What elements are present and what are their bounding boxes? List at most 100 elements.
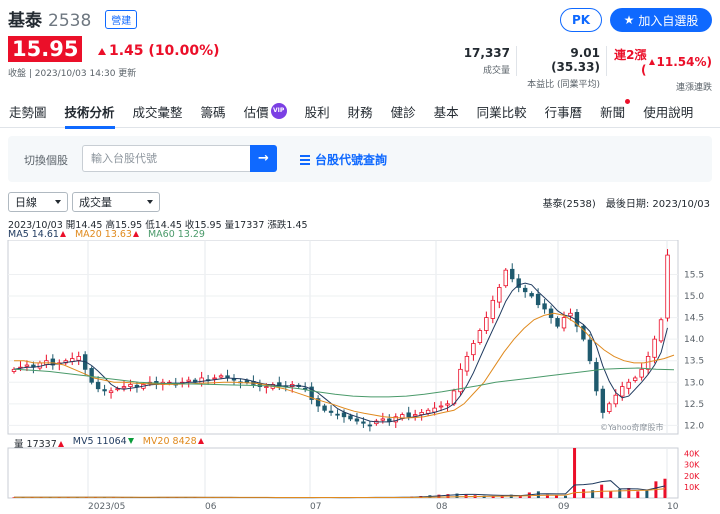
candle-body bbox=[594, 362, 599, 392]
caret-down-icon bbox=[55, 200, 61, 204]
volume-bar bbox=[564, 495, 568, 498]
divider bbox=[606, 46, 607, 76]
candle-body bbox=[645, 356, 651, 370]
x-tick: 08 bbox=[436, 502, 448, 512]
tab-basic[interactable]: 基本 bbox=[425, 94, 468, 128]
candle-body bbox=[102, 389, 107, 392]
stat-streak-pct: 11.54%) bbox=[656, 54, 712, 69]
tab-diagnosis[interactable]: 健診 bbox=[382, 94, 425, 128]
tab-valuation[interactable]: 估價 VIP bbox=[235, 94, 296, 128]
candle-body bbox=[361, 421, 366, 424]
candle-body bbox=[387, 418, 392, 422]
stat-pe-label: 本益比 (同業平均) bbox=[527, 80, 600, 90]
stock-switcher: 切換個股 → 台股代號查詢 bbox=[8, 136, 712, 182]
candle-body bbox=[632, 377, 638, 381]
y-tick-label: 14.0 bbox=[684, 335, 704, 345]
vol-tick-label: 40K bbox=[684, 450, 700, 459]
up-arrow-icon bbox=[59, 231, 66, 237]
stat-streak-text: 連2漲 ( bbox=[614, 48, 647, 77]
ma60-legend: MA60 13.29 bbox=[148, 229, 205, 240]
plot-frame bbox=[7, 240, 679, 435]
tab-peer[interactable]: 同業比較 bbox=[468, 94, 536, 128]
tab-calendar[interactable]: 行事曆 bbox=[536, 94, 592, 128]
candle-body bbox=[218, 375, 224, 378]
candle-body bbox=[95, 381, 101, 390]
candle-body bbox=[484, 317, 489, 331]
tab-technical[interactable]: 技術分析 bbox=[56, 94, 124, 129]
y-tick-label: 12.0 bbox=[684, 421, 704, 431]
price-change: 1.45 (10.00%) bbox=[98, 43, 220, 59]
candle-body bbox=[626, 381, 631, 389]
candle-body bbox=[89, 368, 94, 383]
volume-bar bbox=[536, 491, 540, 498]
stat-streak: 連2漲 ( 11.54%) 連漲連跌 bbox=[608, 46, 712, 93]
candle-body bbox=[121, 386, 127, 389]
tab-help[interactable]: 使用說明 bbox=[634, 94, 702, 128]
stat-streak-label: 連漲連跌 bbox=[675, 83, 712, 93]
tab-news-label: 新聞 bbox=[600, 104, 626, 120]
vol-tick-label: 20K bbox=[684, 472, 700, 481]
candle-body bbox=[471, 343, 476, 356]
candle-body bbox=[438, 405, 444, 408]
x-tick: 09 bbox=[558, 502, 570, 512]
up-arrow-icon bbox=[197, 438, 204, 444]
y-tick-label: 15.5 bbox=[684, 270, 704, 280]
candle-body bbox=[542, 303, 547, 310]
stat-volume: 17,337 成交量 bbox=[440, 46, 510, 76]
star-icon: ★ bbox=[623, 13, 635, 27]
candle-body bbox=[37, 362, 43, 369]
watermark: ©Yahoo奇摩股市 bbox=[600, 422, 664, 432]
y-tick-label: 12.5 bbox=[684, 400, 704, 410]
stock-tabs: 走勢圖 技術分析 成交彙整 籌碼 估價 VIP 股利 財務 健診 基本 同業比較 … bbox=[0, 94, 720, 129]
y-tick-label: 15.0 bbox=[684, 292, 704, 302]
indicator-select[interactable]: 成交量 bbox=[72, 192, 160, 212]
x-tick: 07 bbox=[310, 502, 322, 512]
tab-dividend[interactable]: 股利 bbox=[296, 94, 339, 128]
candle-body bbox=[24, 364, 30, 367]
x-tick: 06 bbox=[205, 502, 217, 512]
candle-body bbox=[335, 413, 340, 416]
candle-body bbox=[561, 317, 567, 329]
add-to-watchlist-button[interactable]: ★ 加入自選股 bbox=[610, 8, 712, 32]
tab-summary[interactable]: 成交彙整 bbox=[124, 94, 192, 128]
candle-body bbox=[581, 325, 586, 340]
stat-volume-label: 成交量 bbox=[482, 66, 510, 76]
candle-body bbox=[354, 418, 360, 422]
stat-pe: 9.01 (35.33) 本益比 (同業平均) bbox=[520, 46, 600, 90]
tab-financial[interactable]: 財務 bbox=[339, 94, 382, 128]
stat-volume-value: 17,337 bbox=[463, 46, 510, 60]
industry-badge[interactable]: 營建 bbox=[105, 10, 138, 29]
stock-name: 基泰 bbox=[8, 11, 42, 31]
stock-code-lookup-link[interactable]: 台股代號查詢 bbox=[300, 151, 387, 168]
volume-bar bbox=[627, 488, 631, 498]
tab-news[interactable]: 新聞 bbox=[591, 94, 634, 128]
candle-body bbox=[199, 377, 204, 384]
tab-chips[interactable]: 籌碼 bbox=[192, 94, 235, 128]
volume-chart[interactable]: 40K 30K 20K 10K bbox=[0, 446, 720, 500]
up-arrow-icon bbox=[132, 231, 139, 237]
up-arrow-icon bbox=[98, 47, 106, 55]
candle-body bbox=[412, 414, 418, 417]
close-note: 收盤 | 2023/10/03 14:30 更新 bbox=[8, 69, 137, 79]
add-to-watchlist-label: 加入自選股 bbox=[638, 13, 699, 28]
period-select[interactable]: 日線 bbox=[8, 192, 68, 212]
stock-search-input[interactable] bbox=[82, 145, 250, 172]
ma-legend: MA5 14.61 MA20 13.63 MA60 13.29 bbox=[8, 229, 205, 240]
candle-body bbox=[328, 410, 334, 413]
pk-button[interactable]: PK bbox=[560, 8, 602, 32]
candle-body bbox=[464, 356, 470, 372]
search-submit-button[interactable]: → bbox=[250, 145, 277, 172]
candle-body bbox=[212, 377, 217, 380]
volume-bar bbox=[645, 490, 649, 498]
x-tick: 2023/05 bbox=[88, 502, 126, 512]
candlestick-chart[interactable]: 12.0 12.5 13.0 13.5 14.0 14.5 15.0 15.5 ©Yahoo奇摩… bbox=[0, 240, 720, 436]
tab-trend[interactable]: 走勢圖 bbox=[0, 94, 56, 128]
candle-body bbox=[406, 412, 411, 418]
candle-body bbox=[348, 415, 353, 420]
candle-body bbox=[535, 293, 541, 306]
candle-body bbox=[600, 388, 606, 413]
candle-body bbox=[445, 403, 450, 406]
candle-body bbox=[503, 269, 508, 287]
volume-bar bbox=[573, 448, 577, 498]
list-icon bbox=[300, 154, 310, 165]
